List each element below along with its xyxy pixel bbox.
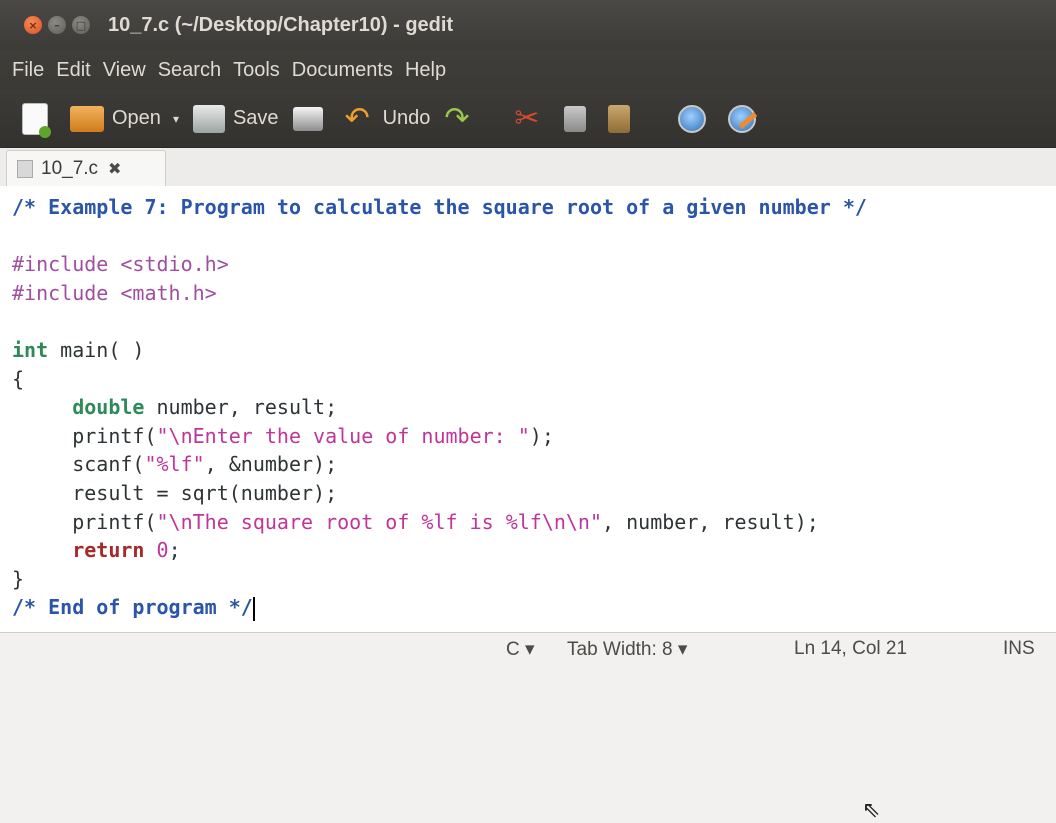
code-line: { xyxy=(12,366,25,391)
tab-width-selector[interactable]: Tab Width: 8 ▾ xyxy=(567,638,687,661)
open-label: Open xyxy=(112,107,161,129)
open-recent-dropdown[interactable]: ▾ xyxy=(172,111,179,126)
menu-bar: File Edit View Search Tools Documents He… xyxy=(0,50,1056,90)
save-icon xyxy=(192,104,225,133)
code-line: /* Example 7: Program to calculate the s… xyxy=(12,195,867,219)
print-button[interactable] xyxy=(292,106,331,131)
status-bar: C ▾ Tab Width: 8 ▾ Ln 14, Col 21 INS xyxy=(0,632,1056,664)
copy-icon xyxy=(564,105,587,132)
close-tab-icon[interactable]: ✖ xyxy=(108,159,121,178)
gedit-window: × – □ 10_7.c (~/Desktop/Chapter10) - ged… xyxy=(0,0,1056,823)
menu-help[interactable]: Help xyxy=(405,59,446,82)
menu-file[interactable]: File xyxy=(12,59,44,82)
copy-button[interactable] xyxy=(564,105,594,132)
undo-button[interactable]: ↶ Undo xyxy=(344,101,431,135)
title-bar: × – □ 10_7.c (~/Desktop/Chapter10) - ged… xyxy=(0,0,1056,50)
new-document-icon xyxy=(22,102,51,138)
save-label: Save xyxy=(232,107,279,129)
code-line: printf("\nEnter the value of number: "); xyxy=(12,423,554,448)
maximize-window-button[interactable]: □ xyxy=(72,16,90,34)
language-label: C xyxy=(506,639,520,660)
language-selector[interactable]: C ▾ xyxy=(506,638,535,661)
close-window-button[interactable]: × xyxy=(24,16,42,34)
menu-edit[interactable]: Edit xyxy=(56,59,90,82)
paste-icon xyxy=(608,104,631,133)
cut-icon: ✂ xyxy=(514,101,540,135)
tab-label: 10_7.c xyxy=(41,157,99,179)
open-button[interactable]: Open xyxy=(70,105,161,132)
menu-documents[interactable]: Documents xyxy=(292,59,393,82)
chevron-down-icon: ▾ xyxy=(677,639,688,660)
cursor-position: Ln 14, Col 21 xyxy=(794,638,908,659)
find-replace-button[interactable] xyxy=(728,104,764,133)
menu-view[interactable]: View xyxy=(103,59,146,82)
code-line: scanf("%lf", &number); xyxy=(12,452,338,477)
code-text: /* Example 7: Program to calculate the s… xyxy=(12,193,867,622)
undo-label: Undo xyxy=(382,107,431,129)
code-line: return 0; xyxy=(72,538,181,563)
code-editor[interactable]: /* Example 7: Program to calculate the s… xyxy=(0,186,1056,823)
code-line: printf("\nThe square root of %lf is %lf\… xyxy=(12,509,819,534)
code-line: #include <math.h> xyxy=(12,280,217,305)
mouse-pointer-icon: ⇖ xyxy=(862,798,881,823)
print-icon xyxy=(292,106,323,131)
toolbar: Open ▾ Save ↶ Undo ↷ ✂ xyxy=(0,90,1056,148)
code-line: result = sqrt(number); xyxy=(12,480,338,505)
find-icon xyxy=(678,104,707,133)
tab-width-label: Tab Width: 8 xyxy=(567,639,673,660)
tab-10-7-c[interactable]: 10_7.c ✖ xyxy=(6,150,166,186)
new-document-button[interactable] xyxy=(22,102,56,138)
document-icon xyxy=(17,159,33,178)
code-line: /* End of program */ xyxy=(12,595,255,621)
redo-icon: ↷ xyxy=(444,101,470,135)
menu-tools[interactable]: Tools xyxy=(233,59,280,82)
open-folder-icon xyxy=(70,105,104,132)
undo-icon: ↶ xyxy=(344,101,370,135)
code-line: int main( ) xyxy=(12,337,145,362)
code-line: #include <stdio.h> xyxy=(12,252,229,277)
code-line: } xyxy=(12,566,25,591)
document-tab-strip: 10_7.c ✖ xyxy=(0,148,1056,187)
minimize-window-button[interactable]: – xyxy=(48,16,66,34)
window-title: 10_7.c (~/Desktop/Chapter10) - gedit xyxy=(108,13,454,36)
text-cursor xyxy=(252,596,255,621)
chevron-down-icon: ▾ xyxy=(172,111,179,126)
redo-button[interactable]: ↷ xyxy=(444,101,474,135)
insert-mode-indicator: INS xyxy=(1003,638,1035,659)
chevron-down-icon: ▾ xyxy=(525,639,535,660)
find-button[interactable] xyxy=(678,104,714,133)
code-line: double number, result; xyxy=(72,395,338,420)
find-replace-icon xyxy=(728,104,757,133)
cut-button[interactable]: ✂ xyxy=(514,101,550,135)
save-button[interactable]: Save xyxy=(192,104,279,133)
menu-search[interactable]: Search xyxy=(158,59,221,82)
paste-button[interactable] xyxy=(608,104,638,133)
